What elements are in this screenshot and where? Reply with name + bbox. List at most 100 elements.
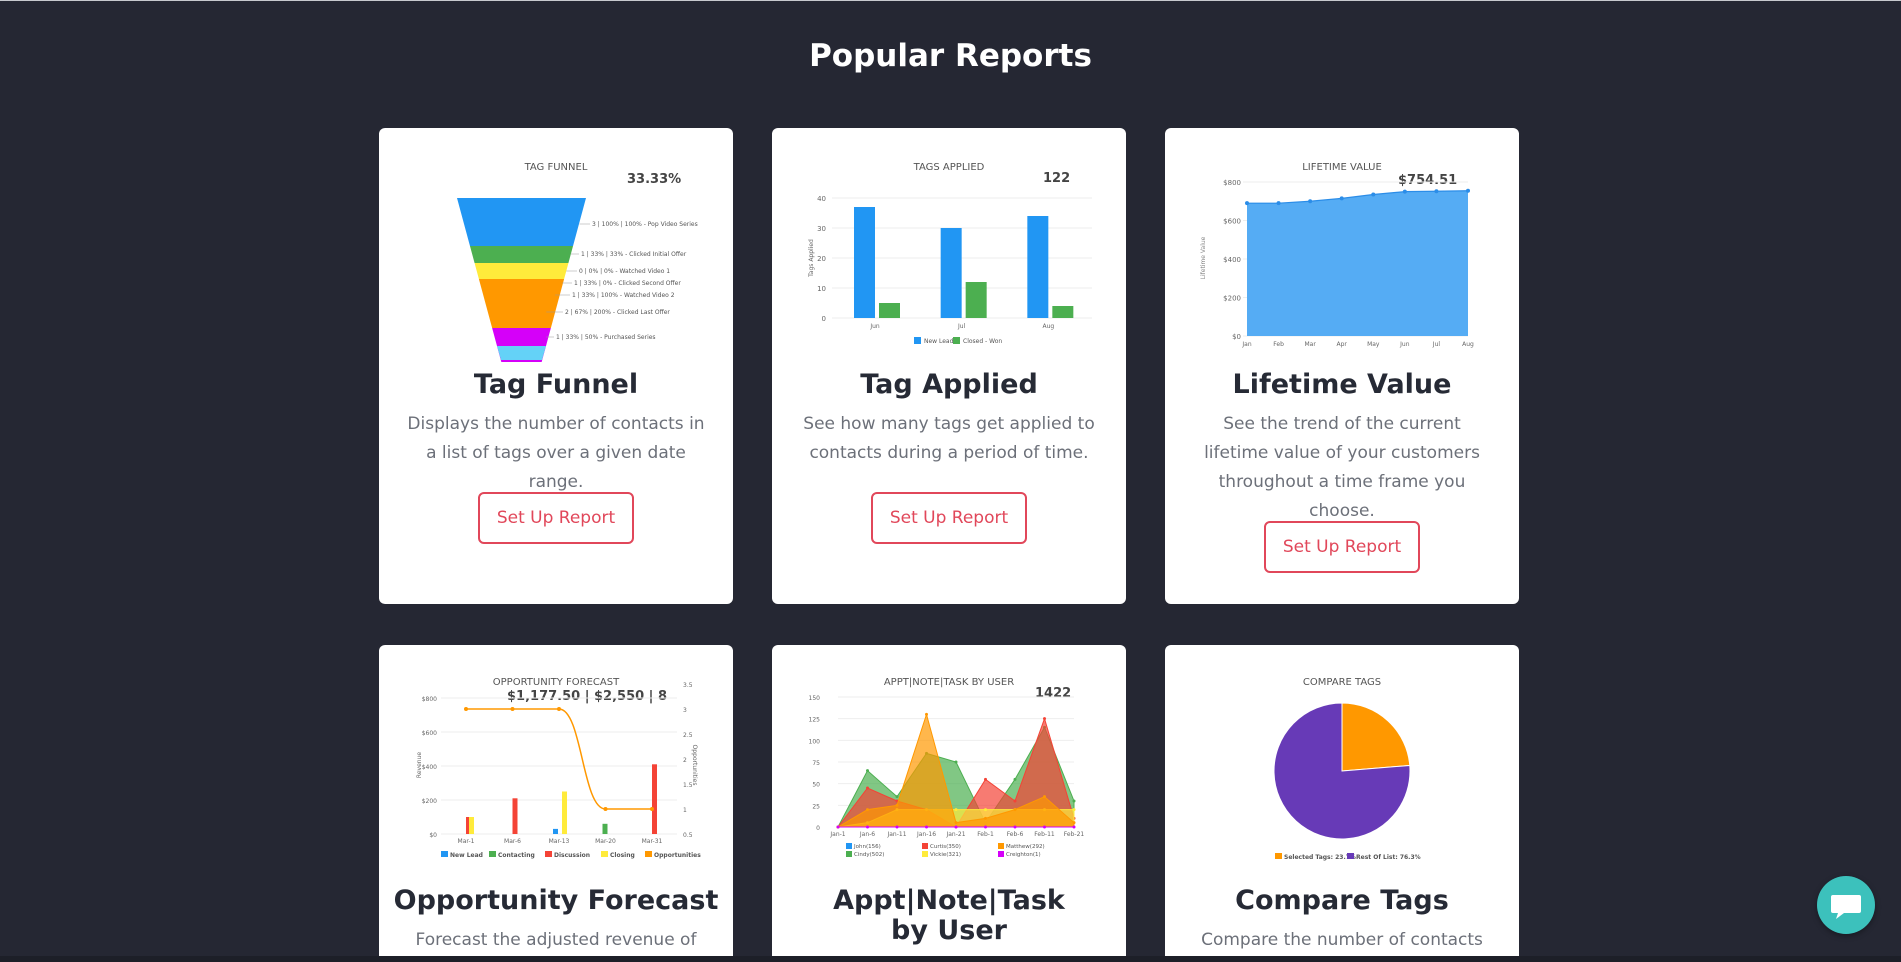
data-point [1245,201,1249,206]
card-description: See how many tags get applied to contact… [803,414,1095,463]
funnel-stage-3 [478,279,565,296]
legend-label: Curtis(350) [930,844,961,850]
set-up-report-button[interactable]: Set Up Report [871,492,1027,544]
y-tick-label: $0 [1232,333,1241,341]
card-description: Compare the number of contacts [1201,930,1483,950]
data-point [1043,825,1046,829]
y-tick-label: $400 [422,764,437,771]
legend-swatch [601,851,608,857]
chat-bubble-icon [1831,895,1861,919]
y-axis-label: Revenue [416,752,423,778]
y2-tick-label: 3.5 [683,682,693,689]
opportunities-point [650,807,654,811]
legend-swatch [914,337,921,344]
legend-label: Cindy(502) [854,852,884,858]
legend-swatch [1275,853,1282,859]
legend-swatch [545,851,552,857]
legend-swatch [998,843,1004,849]
x-tick-label: Jan [1241,341,1251,348]
y-tick-label: 125 [809,717,821,724]
report-card-compare-tags[interactable]: COMPARE TAGS Selected Tags: 23.7% Rest Of … [1165,645,1519,956]
chart-headline: 33.33% [627,172,681,187]
bar-new lead-mar-13 [553,828,558,834]
y2-tick-label: 3 [683,707,687,714]
chart-title: OPPORTUNITY FORECAST [493,677,620,688]
top-border [0,0,1901,1]
y2-tick-label: 2.5 [683,732,693,739]
report-card-appt-note-task[interactable]: APPT|NOTE|TASK BY USER 1422 0 25 50 75 100 125 1… [772,645,1126,956]
x-tick-label: Mar-31 [642,838,663,845]
y-tick-label: $0 [429,832,437,839]
data-point [954,760,958,764]
bottom-bar [0,956,1901,962]
data-point [925,712,928,716]
x-tick-label: Jul [957,323,966,330]
y-tick-label: $800 [1223,179,1241,187]
y-tick-label: 0 [816,825,820,832]
chart-title: COMPARE TAGS [1303,677,1381,688]
legend-label: Closing [610,852,635,859]
set-up-report-button[interactable]: Set Up Report [1264,521,1420,573]
data-point [954,821,958,825]
legend-label: Opportunities [654,852,701,859]
x-tick-label: Feb-11 [1034,831,1055,838]
data-point [1072,825,1076,829]
legend-label: John(156) [853,844,881,850]
x-tick-label: Jul [1432,341,1441,348]
y2-tick-label: 2 [683,757,687,764]
data-point [925,825,928,829]
card-title: Tag Applied [860,369,1038,400]
y-tick-label: 30 [817,225,826,233]
data-point [1371,192,1376,197]
x-tick-label: Jan-11 [886,831,906,838]
chat-button[interactable] [1817,876,1875,934]
legend-swatch [489,851,496,857]
page-title: Popular Reports [809,38,1092,74]
data-point [1466,188,1470,193]
legend-label: Creighton(1) [1006,852,1041,858]
data-point [866,808,869,812]
legend-swatch [953,337,960,344]
data-point [1308,199,1313,204]
y-tick-label: 100 [809,738,821,745]
funnel-stage-2 [474,263,569,279]
data-point [1434,189,1439,194]
y2-tick-label: 0.5 [683,832,693,839]
x-tick-label: Aug [1042,323,1054,330]
data-point [1013,799,1017,803]
bar-closing-mar-13 [562,791,567,834]
report-card-opportunity-forecast[interactable]: OPPORTUNITY FORECAST $1,177.50 | $2,550 |… [379,645,733,956]
x-tick-label: Mar-20 [595,838,616,845]
funnel-stage-label: 3 | 100% | 100% - Pop Video Series [592,221,698,228]
data-point [1043,717,1046,721]
chart-headline: $1,177.50 | $2,550 | 8 [507,689,667,704]
report-card-lifetime-value[interactable]: LIFETIME VALUE $754.51 $0 $200 $400 $600 $800 L… [1165,128,1519,604]
data-point [866,786,869,790]
y-tick-label: 150 [809,695,821,702]
y2-axis-label: Opportunities [691,745,698,786]
bar-closed-won-jun [879,303,900,318]
data-point [1043,795,1046,799]
data-point [1339,196,1344,201]
card-description: See the trend of the current lifetime va… [1204,414,1480,521]
y-tick-label: 50 [812,782,820,789]
set-up-report-button[interactable]: Set Up Report [478,492,634,544]
bar-discussion-mar-31 [652,764,657,834]
chart-headline: 1422 [1035,686,1071,701]
y-axis-label: Tags Applied [808,239,815,278]
bar-closed-won-aug [1052,306,1074,318]
report-card-tag-funnel[interactable]: TAG FUNNEL 33.33% 3 | 100% | 100% - Pop Vi… [379,128,733,604]
chart-headline: $754.51 [1398,173,1457,188]
data-point [1013,808,1017,812]
opportunities-point [464,707,468,711]
legend-label: Contacting [498,852,535,859]
funnel-stage-0 [457,198,586,246]
x-tick-label: Mar [1304,341,1316,348]
report-card-tag-applied[interactable]: TAGS APPLIED 122 0 10 20 30 40 Tags Applied Jun J… [772,128,1126,604]
y-tick-label: 20 [817,255,826,263]
pie-slice [1341,702,1411,772]
legend-swatch [645,851,652,857]
card-title: Lifetime Value [1232,369,1452,400]
bar-closing-mar-1 [469,817,474,834]
y-tick-label: $800 [422,696,437,703]
